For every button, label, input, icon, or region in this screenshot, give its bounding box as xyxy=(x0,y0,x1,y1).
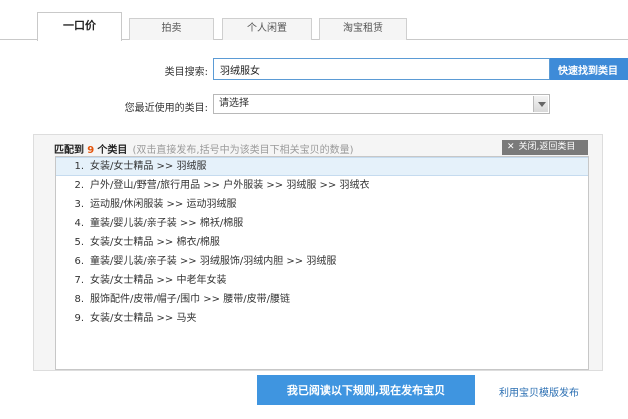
category-search-label: 类目搜索: xyxy=(164,67,208,78)
close-icon: ✕ xyxy=(507,142,515,152)
match-hint: (双击直接发布,括号中为该类目下相关宝贝的数量) xyxy=(132,145,354,156)
publish-with-template-link[interactable]: 利用宝贝模版发布 xyxy=(499,384,579,399)
match-count: 9 xyxy=(87,145,95,156)
recent-category-value: 请选择 xyxy=(219,98,249,109)
publish-item-button[interactable]: 我已阅读以下规则,现在发布宝贝 xyxy=(257,375,475,405)
match-prefix: 匹配到 xyxy=(54,145,84,156)
match-summary: 匹配到 9 个类目 (双击直接发布,括号中为该类目下相关宝贝的数量) xyxy=(54,141,354,156)
category-result-list: 1. 女装/女士精品 >> 羽绒服 2. 户外/登山/野营/旅行用品 >> 户外服装… xyxy=(55,156,589,370)
recent-category-label: 您最近使用的类目: xyxy=(124,103,208,114)
list-item[interactable]: 2. 户外/登山/野营/旅行用品 >> 户外服装 >> 羽绒服 >> 羽绒衣 xyxy=(56,176,588,195)
match-suffix: 个类目 xyxy=(97,145,128,156)
recent-category-select[interactable]: 请选择 xyxy=(213,94,550,114)
list-item[interactable]: 9. 女装/女士精品 >> 马夹 xyxy=(56,309,588,328)
tab-personal-idle[interactable]: 个人闲置 xyxy=(222,18,312,40)
close-return-label: 关闭,返回类目 xyxy=(518,142,576,152)
category-search-input[interactable] xyxy=(213,58,550,80)
match-results-panel: 匹配到 9 个类目 (双击直接发布,括号中为该类目下相关宝贝的数量) ✕ 关闭,返… xyxy=(33,134,603,371)
dropdown-arrow-icon[interactable] xyxy=(533,96,548,112)
list-item[interactable]: 5. 女装/女士精品 >> 棉衣/棉服 xyxy=(56,233,588,252)
list-item[interactable]: 8. 服饰配件/皮带/帽子/围巾 >> 腰带/皮带/腰链 xyxy=(56,290,588,309)
find-category-button[interactable]: 快速找到类目 xyxy=(550,58,628,80)
publish-type-tabs: 一口价 拍卖 个人闲置 淘宝租赁 xyxy=(0,0,628,41)
close-return-button[interactable]: ✕ 关闭,返回类目 xyxy=(502,140,588,155)
list-item[interactable]: 4. 童装/婴儿装/亲子装 >> 棉袄/棉服 xyxy=(56,214,588,233)
list-item[interactable]: 7. 女装/女士精品 >> 中老年女装 xyxy=(56,271,588,290)
tab-auction[interactable]: 拍卖 xyxy=(129,18,214,40)
tab-taobao-rental[interactable]: 淘宝租赁 xyxy=(319,18,407,40)
list-item[interactable]: 3. 运动服/休闲服装 >> 运动羽绒服 xyxy=(56,195,588,214)
list-item[interactable]: 6. 童装/婴儿装/亲子装 >> 羽绒服饰/羽绒内胆 >> 羽绒服 xyxy=(56,252,588,271)
tab-fixed-price[interactable]: 一口价 xyxy=(37,12,122,41)
list-item[interactable]: 1. 女装/女士精品 >> 羽绒服 xyxy=(56,157,588,176)
